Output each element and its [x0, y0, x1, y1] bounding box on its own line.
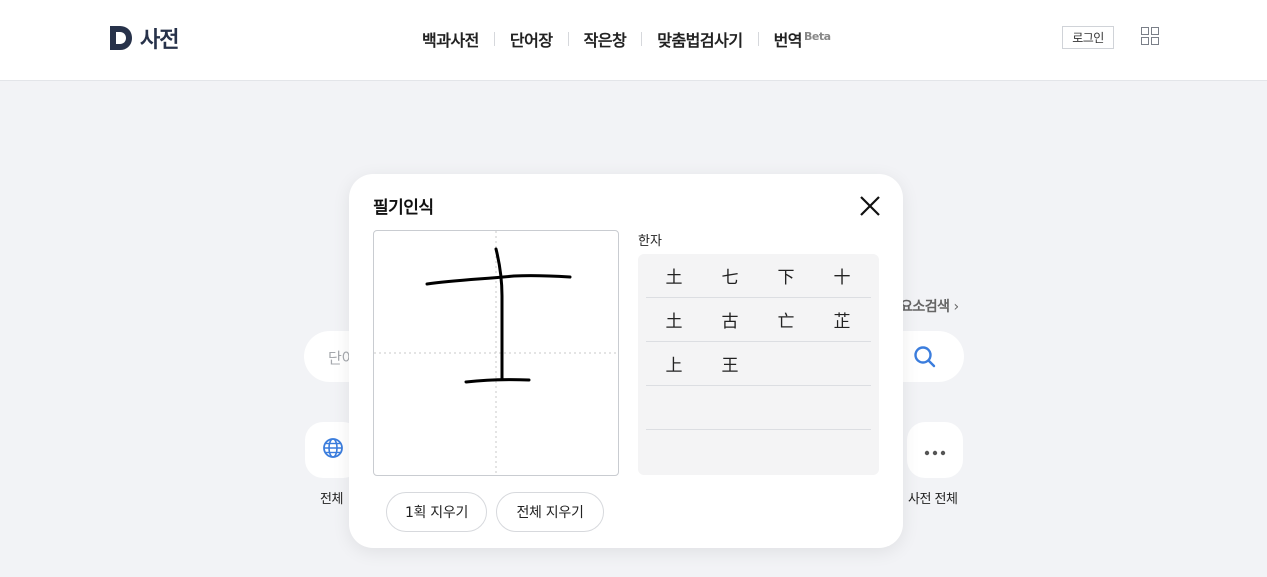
hanja-candidate[interactable]: 上	[646, 351, 702, 376]
close-button[interactable]	[858, 194, 882, 218]
all-dictionaries-button[interactable]	[907, 422, 963, 478]
candidate-row-empty	[646, 430, 871, 474]
candidate-row: 土 七 下 十	[646, 254, 871, 298]
nav-translate[interactable]: 번역 Beta	[774, 27, 831, 51]
handwriting-modal: 필기인식 한자 土 七 下 十 土 古 亡 芷 上 王 1획 지우기 전체 지우…	[349, 174, 903, 548]
hanja-candidate[interactable]: 下	[758, 263, 814, 288]
nav-spell-checker[interactable]: 맞춤법검사기	[657, 27, 743, 51]
clear-all-button[interactable]: 전체 지우기	[496, 492, 604, 532]
hanja-candidate[interactable]: 王	[702, 351, 758, 376]
result-category-label: 한자	[638, 234, 662, 249]
candidate-row: 土 古 亡 芷	[646, 298, 871, 342]
element-search-label: 요소검색	[900, 299, 950, 315]
close-icon	[858, 196, 882, 222]
hanja-candidate[interactable]: 古	[702, 307, 758, 332]
nav-divider	[641, 32, 643, 46]
nav-mini-window[interactable]: 작은창	[584, 27, 627, 51]
modal-title: 필기인식	[373, 198, 434, 218]
top-header: 사전 백과사전 단어장 작은창 맞춤법검사기 번역 Beta 로그인	[0, 0, 1267, 81]
hanja-candidate[interactable]: 十	[814, 263, 870, 288]
hanja-candidate[interactable]: 七	[702, 263, 758, 288]
dictionary-logo[interactable]: 사전	[110, 22, 179, 54]
category-all-label: 전체	[320, 492, 343, 507]
all-dictionaries-label: 사전 전체	[908, 492, 958, 507]
search-icon[interactable]	[912, 344, 938, 370]
beta-badge: Beta	[804, 30, 831, 43]
hanja-candidate[interactable]: 亡	[758, 307, 814, 332]
nav-divider	[757, 32, 759, 46]
undo-stroke-button[interactable]: 1획 지우기	[386, 492, 487, 532]
main-nav: 백과사전 단어장 작은창 맞춤법검사기 번역 Beta	[422, 27, 831, 51]
hanja-candidate[interactable]: 芷	[814, 307, 870, 332]
globe-icon	[322, 437, 344, 463]
service-menu-grid-icon[interactable]	[1141, 27, 1159, 45]
hanja-candidates: 土 七 下 十 土 古 亡 芷 上 王	[638, 254, 879, 475]
login-button[interactable]: 로그인	[1062, 26, 1114, 49]
hanja-candidate[interactable]: 土	[646, 263, 702, 288]
hanja-candidate[interactable]: 土	[646, 307, 702, 332]
handwriting-canvas[interactable]	[373, 230, 619, 476]
chevron-right-icon: ›	[953, 299, 960, 315]
more-dots-icon	[924, 441, 946, 460]
nav-divider	[567, 32, 569, 46]
nav-encyclopedia[interactable]: 백과사전	[422, 27, 479, 51]
candidate-row: 上 王	[646, 342, 871, 386]
nav-wordbook[interactable]: 단어장	[510, 27, 553, 51]
candidate-row-empty	[646, 386, 871, 430]
daum-d-logo-icon	[110, 26, 132, 50]
nav-divider	[493, 32, 495, 46]
logo-text: 사전	[140, 28, 179, 53]
nav-translate-label: 번역	[773, 31, 803, 50]
element-search-link[interactable]: 요소검색 ›	[900, 296, 959, 316]
